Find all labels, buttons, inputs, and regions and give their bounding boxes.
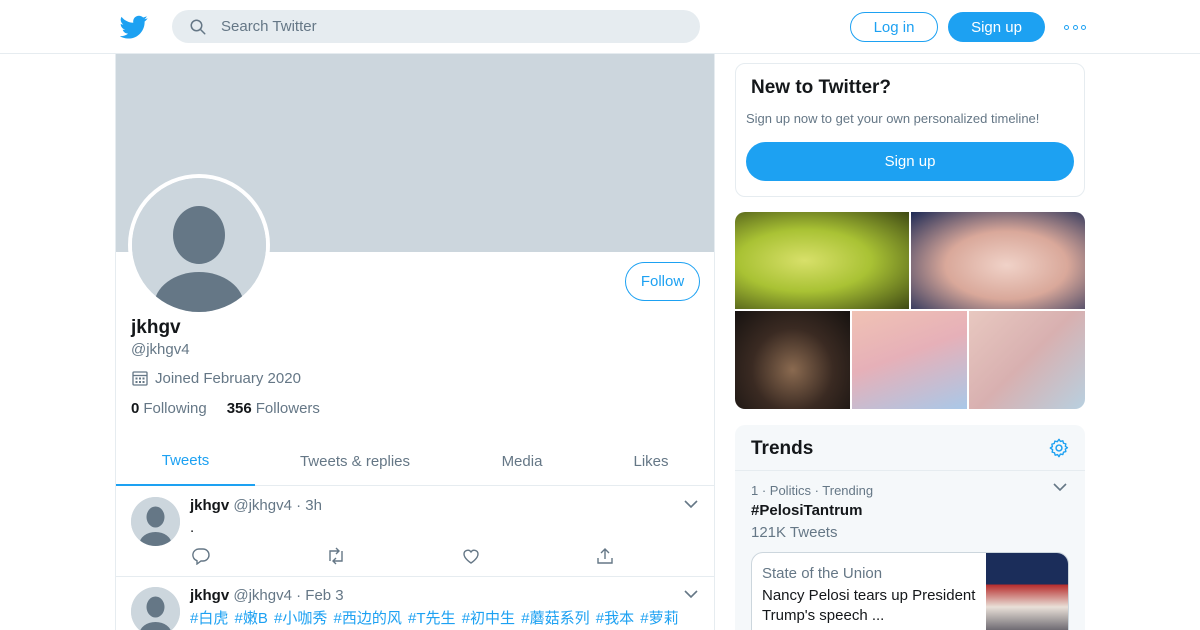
search-bar[interactable]: [172, 10, 700, 43]
news-source: State of the Union: [762, 565, 883, 582]
media-thumbnail[interactable]: [735, 212, 909, 309]
reply-icon[interactable]: [192, 547, 210, 565]
tab-tweets[interactable]: Tweets: [116, 436, 255, 486]
profile-name: jkhgv: [131, 317, 181, 338]
profile-tabs: Tweets Tweets & replies Media Likes: [116, 436, 714, 486]
news-thumbnail: [986, 553, 1068, 630]
tweet-header: jkhgv @jkhgv4 · 3h: [190, 497, 322, 514]
tweet-hashtags[interactable]: #白虎 #嫩B #小咖秀 #西边的风 #T先生 #初中生 #蘑菇系列 #我本 #…: [190, 608, 700, 630]
twitter-logo-icon[interactable]: [120, 13, 148, 41]
tweet-author-handle: @jkhgv4: [233, 587, 292, 604]
news-title: Nancy Pelosi tears up President Trump's …: [762, 587, 976, 624]
calendar-icon: [132, 371, 148, 386]
media-thumbnail[interactable]: [911, 212, 1085, 309]
login-button[interactable]: Log in: [850, 12, 938, 42]
trend-news-card[interactable]: State of the Union Nancy Pelosi tears up…: [751, 552, 1069, 630]
top-bar: Log in Sign up: [0, 0, 1200, 54]
media-thumbnail[interactable]: [852, 311, 967, 409]
tweet-item[interactable]: jkhgv @jkhgv4 · 3h .: [116, 487, 714, 577]
tweet-time[interactable]: Feb 3: [305, 587, 343, 604]
chevron-down-icon[interactable]: [684, 499, 698, 509]
tweet-header: jkhgv @jkhgv4 · Feb 3: [190, 587, 344, 604]
search-input[interactable]: [221, 18, 661, 35]
chevron-down-icon[interactable]: [1053, 482, 1067, 492]
signup-card-title: New to Twitter?: [751, 77, 892, 98]
retweet-icon[interactable]: [326, 547, 346, 565]
trends-title: Trends: [751, 438, 814, 459]
tweet-author-name[interactable]: jkhgv: [190, 587, 229, 604]
profile-avatar[interactable]: [128, 174, 270, 316]
tweet-time[interactable]: 3h: [305, 497, 322, 514]
tab-media[interactable]: Media: [482, 436, 562, 486]
media-grid: [735, 212, 1085, 409]
following-stat[interactable]: 0 Following: [131, 400, 207, 417]
tweet-avatar[interactable]: [131, 587, 180, 630]
followers-stat[interactable]: 356 Followers: [227, 400, 320, 417]
tab-tweets-replies[interactable]: Tweets & replies: [285, 436, 425, 486]
media-thumbnail[interactable]: [969, 311, 1085, 409]
tweet-text: .: [190, 519, 195, 536]
join-date: Joined February 2020: [131, 369, 301, 387]
tab-likes[interactable]: Likes: [616, 436, 686, 486]
tweet-item[interactable]: jkhgv @jkhgv4 · Feb 3 #白虎 #嫩B #小咖秀 #西边的风…: [116, 577, 714, 630]
trend-meta: 1 · Politics · Trending: [751, 483, 874, 498]
profile-handle: @jkhgv4: [131, 341, 190, 358]
trend-name[interactable]: #PelosiTantrum: [751, 502, 862, 519]
signup-card-subtitle: Sign up now to get your own personalized…: [746, 111, 1040, 126]
gear-icon[interactable]: [1048, 437, 1070, 459]
trends-panel: Trends 1 · Politics · Trending #PelosiTa…: [735, 425, 1085, 630]
tweet-author-name[interactable]: jkhgv: [190, 497, 229, 514]
signup-card-button[interactable]: Sign up: [746, 142, 1074, 181]
media-thumbnail[interactable]: [735, 311, 850, 409]
share-icon[interactable]: [596, 547, 614, 565]
search-icon: [190, 19, 206, 34]
signup-button[interactable]: Sign up: [948, 12, 1045, 42]
more-options-icon[interactable]: [1064, 18, 1086, 36]
tweet-author-handle: @jkhgv4: [233, 497, 292, 514]
tweet-actions: [190, 547, 630, 567]
profile-stats: 0 Following 356 Followers: [131, 400, 340, 417]
join-date-text: Joined February 2020: [155, 369, 301, 387]
default-avatar-icon: [132, 178, 266, 312]
follow-button[interactable]: Follow: [625, 262, 700, 301]
chevron-down-icon[interactable]: [684, 589, 698, 599]
signup-card: New to Twitter? Sign up now to get your …: [735, 63, 1085, 197]
trend-tweet-count: 121K Tweets: [751, 524, 838, 541]
profile-column: Follow jkhgv @jkhgv4 Joined February 202…: [115, 54, 715, 630]
tweet-avatar[interactable]: [131, 497, 180, 546]
like-icon[interactable]: [462, 547, 480, 565]
